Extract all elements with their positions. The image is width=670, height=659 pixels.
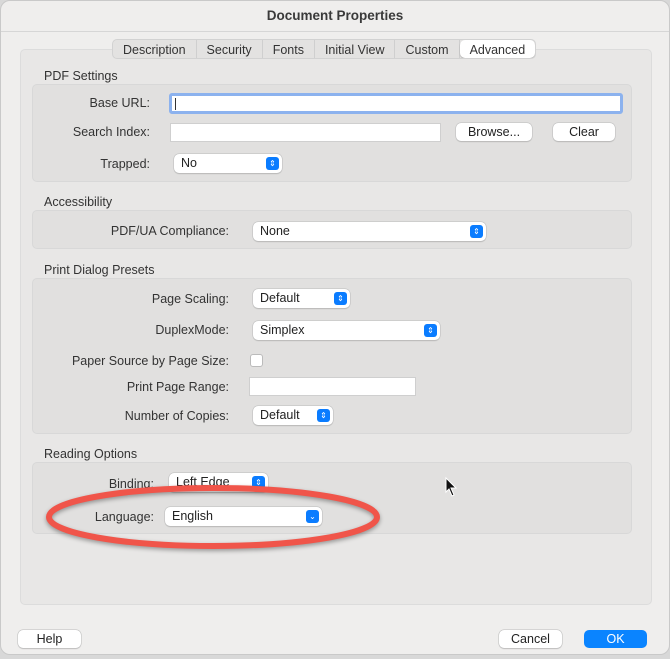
ok-button[interactable]: OK — [584, 630, 647, 648]
mouse-cursor-icon — [445, 476, 458, 497]
help-button[interactable]: Help — [18, 630, 81, 648]
annotation-overlay — [46, 476, 458, 549]
cancel-button[interactable]: Cancel — [499, 630, 562, 648]
red-highlight-ellipse — [46, 485, 380, 549]
